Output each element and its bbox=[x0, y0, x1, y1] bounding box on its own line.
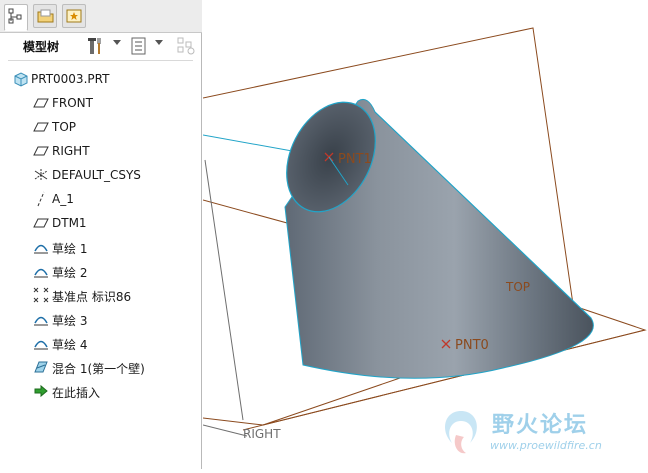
tree-item-label: 草绘 2 bbox=[52, 266, 88, 280]
tree-item-label: 在此插入 bbox=[52, 386, 101, 400]
tree-item-front[interactable]: FRONT bbox=[0, 92, 200, 114]
tree-item-sketch-4[interactable]: 草绘 4 bbox=[0, 332, 200, 354]
tree-item-label: RIGHT bbox=[52, 144, 90, 158]
show-dropdown-arrow[interactable] bbox=[155, 40, 163, 45]
tree-item-label: TOP bbox=[52, 120, 77, 134]
model-graphics: PNT1 PNT0 TOP RIGHT bbox=[202, 27, 647, 441]
tree-item-label: 草绘 3 bbox=[52, 314, 88, 328]
watermark-title: 野火论坛 bbox=[492, 413, 589, 438]
tree-item-label: 草绘 1 bbox=[52, 242, 88, 256]
toolbar-separator bbox=[8, 60, 193, 61]
forum-watermark: 野火论坛 www.proewildfire.cn bbox=[428, 405, 640, 461]
sketch-icon bbox=[34, 316, 48, 326]
datum-plane-icon bbox=[33, 218, 49, 228]
filter-disabled-icon bbox=[177, 37, 195, 55]
graphics-viewport[interactable]: PNT1 PNT0 TOP RIGHT 野火论坛 www.proewildfir… bbox=[202, 0, 648, 469]
folder-browser-tab[interactable] bbox=[33, 4, 57, 28]
tree-item-blend-1[interactable]: 混合 1(第一个壁) bbox=[0, 356, 200, 378]
tree-root-part[interactable]: PRT0003.PRT bbox=[0, 68, 200, 90]
favorites-tab[interactable] bbox=[62, 4, 86, 28]
tree-item-label: DEFAULT_CSYS bbox=[52, 168, 141, 182]
tree-item-top[interactable]: TOP bbox=[0, 116, 200, 138]
csys-icon bbox=[34, 169, 48, 181]
blend-feature-icon bbox=[34, 361, 48, 373]
pnt0-label: PNT0 bbox=[455, 338, 489, 353]
tree-item-datum-point[interactable]: 基准点 标识86 bbox=[0, 284, 200, 306]
tree-item-label: 基准点 标识86 bbox=[52, 290, 132, 304]
tree-item-label: A_1 bbox=[52, 192, 74, 206]
tree-item-label: DTM1 bbox=[52, 216, 87, 230]
model-tree-icon bbox=[8, 8, 22, 24]
datum-point-icon bbox=[33, 287, 49, 303]
pnt1-label: PNT1 bbox=[338, 152, 372, 167]
tree-item-right[interactable]: RIGHT bbox=[0, 140, 200, 162]
datum-plane-icon bbox=[33, 122, 49, 132]
tree-item-dtm1[interactable]: DTM1 bbox=[0, 212, 200, 234]
favorites-icon bbox=[66, 9, 82, 23]
settings-dropdown-arrow[interactable] bbox=[113, 40, 121, 45]
settings-tools-icon[interactable] bbox=[88, 36, 106, 56]
sketch-icon bbox=[34, 268, 48, 278]
tree-item-label: FRONT bbox=[52, 96, 93, 110]
top-plane-label: TOP bbox=[505, 280, 530, 294]
part-icon bbox=[14, 72, 28, 87]
folder-icon bbox=[37, 9, 54, 23]
tree-item-label: 混合 1(第一个壁) bbox=[52, 362, 145, 376]
datum-plane-icon bbox=[33, 146, 49, 156]
datum-axis-icon bbox=[37, 191, 45, 207]
insert-here-arrow-icon bbox=[34, 384, 48, 398]
datum-plane-icon bbox=[33, 98, 49, 108]
tree-item-a-1[interactable]: A_1 bbox=[0, 188, 200, 210]
model-tree-toolbar: 模型树 bbox=[0, 33, 201, 59]
sketch-icon bbox=[34, 340, 48, 350]
forum-logo-icon bbox=[445, 411, 477, 454]
tree-item-insert-here[interactable]: 在此插入 bbox=[0, 380, 200, 402]
sketch-icon bbox=[34, 244, 48, 254]
model-tree-tab[interactable] bbox=[4, 4, 28, 31]
right-plane-label: RIGHT bbox=[243, 427, 281, 441]
tree-item-default-csys[interactable]: DEFAULT_CSYS bbox=[0, 164, 200, 186]
tree-root-label: PRT0003.PRT bbox=[31, 72, 110, 86]
show-list-icon[interactable] bbox=[131, 36, 147, 56]
model-tree-panel: 模型树 PRT0003.PRT FRONT TOP RIGHT DEFAULT_… bbox=[0, 0, 202, 469]
tree-item-sketch-2[interactable]: 草绘 2 bbox=[0, 260, 200, 282]
tree-item-sketch-3[interactable]: 草绘 3 bbox=[0, 308, 200, 330]
tree-item-label: 草绘 4 bbox=[52, 338, 88, 352]
watermark-url: www.proewildfire.cn bbox=[490, 439, 602, 452]
navigator-tabs bbox=[0, 0, 202, 33]
model-tree-title: 模型树 bbox=[23, 40, 60, 54]
tree-item-sketch-1[interactable]: 草绘 1 bbox=[0, 236, 200, 258]
